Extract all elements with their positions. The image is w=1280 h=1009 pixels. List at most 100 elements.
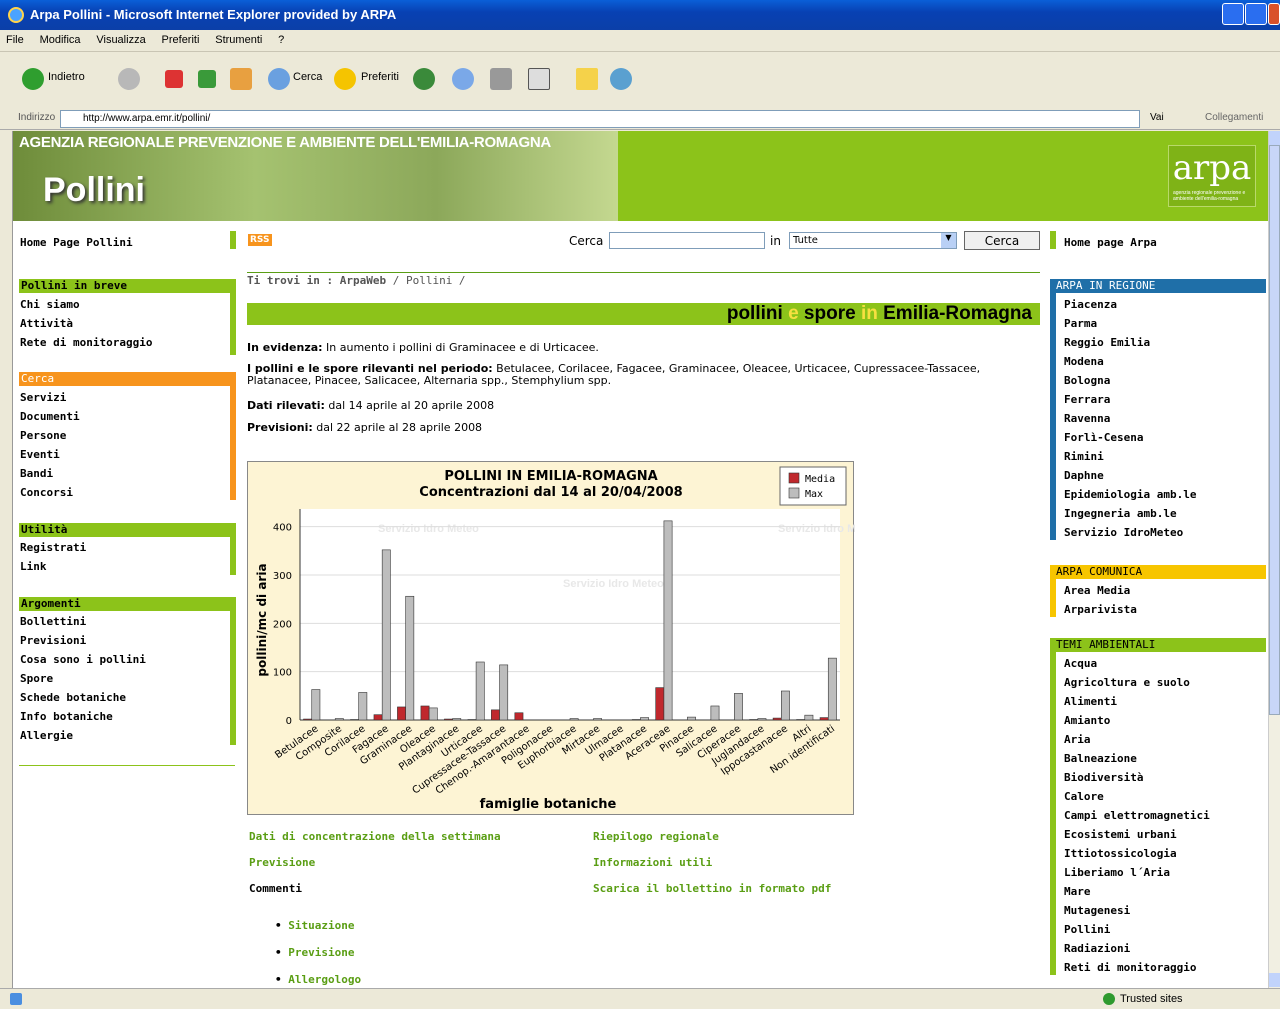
search-scope-select[interactable]: Tutte ▼	[789, 232, 957, 249]
menu-item-servizi[interactable]: Servizi	[20, 391, 66, 404]
menu-item-info-botaniche[interactable]: Info botaniche	[20, 710, 113, 723]
menu-item-persone[interactable]: Persone	[20, 429, 66, 442]
right-menu-item[interactable]: Mare	[1064, 885, 1091, 898]
word-icon[interactable]	[528, 68, 550, 90]
right-menu-item[interactable]: Balneazione	[1064, 752, 1137, 765]
home-icon[interactable]	[230, 68, 252, 90]
menu-item-spore[interactable]: Spore	[20, 672, 53, 685]
right-menu-item[interactable]: Servizio IdroMeteo	[1064, 526, 1183, 539]
link-allergologo[interactable]: • Allergologo	[275, 973, 361, 986]
back-icon[interactable]	[22, 68, 44, 90]
scroll-thumb[interactable]	[1269, 145, 1280, 715]
back-button[interactable]: Indietro	[48, 71, 85, 83]
link-previsione-commento[interactable]: • Previsione	[275, 946, 354, 959]
right-menu-item[interactable]: Modena	[1064, 355, 1104, 368]
print-icon[interactable]	[490, 68, 512, 90]
link-previsione[interactable]: Previsione	[249, 856, 315, 869]
breadcrumb-pollini[interactable]: Pollini /	[406, 274, 466, 287]
right-menu-item[interactable]: Ingegneria amb.le	[1064, 507, 1177, 520]
right-menu-item[interactable]: Radiazioni	[1064, 942, 1130, 955]
right-menu-item[interactable]: Campi elettromagnetici	[1064, 809, 1210, 822]
menu-item-bandi[interactable]: Bandi	[20, 467, 53, 480]
right-menu-item[interactable]: Parma	[1064, 317, 1097, 330]
mail-icon[interactable]	[452, 68, 474, 90]
search-icon[interactable]	[268, 68, 290, 90]
right-menu-item[interactable]: Mutagenesi	[1064, 904, 1130, 917]
address-input[interactable]: http://www.arpa.emr.it/pollini/	[60, 110, 1140, 128]
folder-icon[interactable]	[576, 68, 598, 90]
right-menu-item[interactable]: Daphne	[1064, 469, 1104, 482]
arpa-logo[interactable]: arpa agenzia regionale prevenzione e ambi…	[1168, 145, 1256, 207]
menu-item-rete-monitoraggio[interactable]: Rete di monitoraggio	[20, 336, 152, 349]
link-informazioni-utili[interactable]: Informazioni utili	[593, 856, 712, 869]
link-riepilogo-regionale[interactable]: Riepilogo regionale	[593, 830, 719, 843]
home-arpa-link[interactable]: Home page Arpa	[1064, 236, 1157, 249]
rss-icon[interactable]: RSS	[248, 234, 272, 246]
menu-file[interactable]: File	[6, 34, 24, 46]
menu-item-cosa-sono-pollini[interactable]: Cosa sono i pollini	[20, 653, 146, 666]
right-menu-item[interactable]: Reti di monitoraggio	[1064, 961, 1196, 974]
menu-item-link[interactable]: Link	[20, 560, 47, 573]
menu-item-previsioni[interactable]: Previsioni	[20, 634, 86, 647]
menu-visualizza[interactable]: Visualizza	[96, 34, 145, 46]
right-menu-item[interactable]: Arparivista	[1064, 603, 1137, 616]
right-menu-item[interactable]: Area Media	[1064, 584, 1130, 597]
breadcrumb-arpaweb[interactable]: ArpaWeb	[340, 274, 386, 287]
link-scarica-pdf[interactable]: Scarica il bollettino in formato pdf	[593, 882, 831, 895]
link-situazione[interactable]: • Situazione	[275, 919, 354, 932]
right-menu-item[interactable]: Forlì-Cesena	[1064, 431, 1143, 444]
menu-item-registrati[interactable]: Registrati	[20, 541, 86, 554]
menu-item-eventi[interactable]: Eventi	[20, 448, 60, 461]
close-button[interactable]	[1268, 3, 1280, 25]
y-tick-label: 200	[273, 619, 292, 630]
vertical-scrollbar[interactable]	[1268, 131, 1280, 988]
menu-item-bollettini[interactable]: Bollettini	[20, 615, 86, 628]
menu-item-allergie[interactable]: Allergie	[20, 729, 73, 742]
menu-strumenti[interactable]: Strumenti	[215, 34, 262, 46]
messenger-icon[interactable]	[610, 68, 632, 90]
right-menu-item[interactable]: Reggio Emilia	[1064, 336, 1150, 349]
minimize-button[interactable]	[1222, 3, 1244, 25]
menu-item-documenti[interactable]: Documenti	[20, 410, 80, 423]
maximize-button[interactable]	[1245, 3, 1267, 25]
search-button[interactable]: Cerca	[293, 71, 322, 83]
right-menu-item[interactable]: Amianto	[1064, 714, 1110, 727]
scroll-up-icon[interactable]	[1269, 131, 1280, 145]
refresh-icon[interactable]	[198, 70, 216, 88]
right-menu-item[interactable]: Biodiversità	[1064, 771, 1143, 784]
favorites-button[interactable]: Preferiti	[361, 71, 399, 83]
forward-icon[interactable]	[118, 68, 140, 90]
right-menu-item[interactable]: Epidemiologia amb.le	[1064, 488, 1196, 501]
right-menu-item[interactable]: Ittiotossicologia	[1064, 847, 1177, 860]
right-menu-item[interactable]: Acqua	[1064, 657, 1097, 670]
home-pollini-link[interactable]: Home Page Pollini	[20, 236, 133, 249]
menu-item-schede-botaniche[interactable]: Schede botaniche	[20, 691, 126, 704]
menu-item-concorsi[interactable]: Concorsi	[20, 486, 73, 499]
right-menu-item[interactable]: Ferrara	[1064, 393, 1110, 406]
stop-icon[interactable]	[165, 70, 183, 88]
right-menu-item[interactable]: Ravenna	[1064, 412, 1110, 425]
go-button[interactable]: Vai	[1150, 112, 1164, 123]
right-menu-item[interactable]: Ecosistemi urbani	[1064, 828, 1177, 841]
menu-item-chi-siamo[interactable]: Chi siamo	[20, 298, 80, 311]
right-menu-item[interactable]: Piacenza	[1064, 298, 1117, 311]
history-icon[interactable]	[413, 68, 435, 90]
menu-modifica[interactable]: Modifica	[40, 34, 81, 46]
menu-item-attivita[interactable]: Attività	[20, 317, 73, 330]
link-dati-concentrazione[interactable]: Dati di concentrazione della settimana	[249, 830, 501, 843]
right-menu-item[interactable]: Liberiamo l´Aria	[1064, 866, 1170, 879]
right-menu-item[interactable]: Calore	[1064, 790, 1104, 803]
scroll-down-icon[interactable]	[1269, 973, 1280, 987]
right-menu-item[interactable]: Agricoltura e suolo	[1064, 676, 1190, 689]
right-menu-item[interactable]: Alimenti	[1064, 695, 1117, 708]
search-submit-button[interactable]: Cerca	[964, 231, 1040, 250]
right-menu-item[interactable]: Rimini	[1064, 450, 1104, 463]
right-menu-item[interactable]: Pollini	[1064, 923, 1110, 936]
menu-help[interactable]: ?	[278, 34, 284, 46]
links-button[interactable]: Collegamenti	[1205, 112, 1263, 123]
favorites-star-icon[interactable]	[334, 68, 356, 90]
right-menu-item[interactable]: Aria	[1064, 733, 1091, 746]
right-menu-item[interactable]: Bologna	[1064, 374, 1110, 387]
menu-preferiti[interactable]: Preferiti	[162, 34, 200, 46]
search-input[interactable]	[609, 232, 765, 249]
